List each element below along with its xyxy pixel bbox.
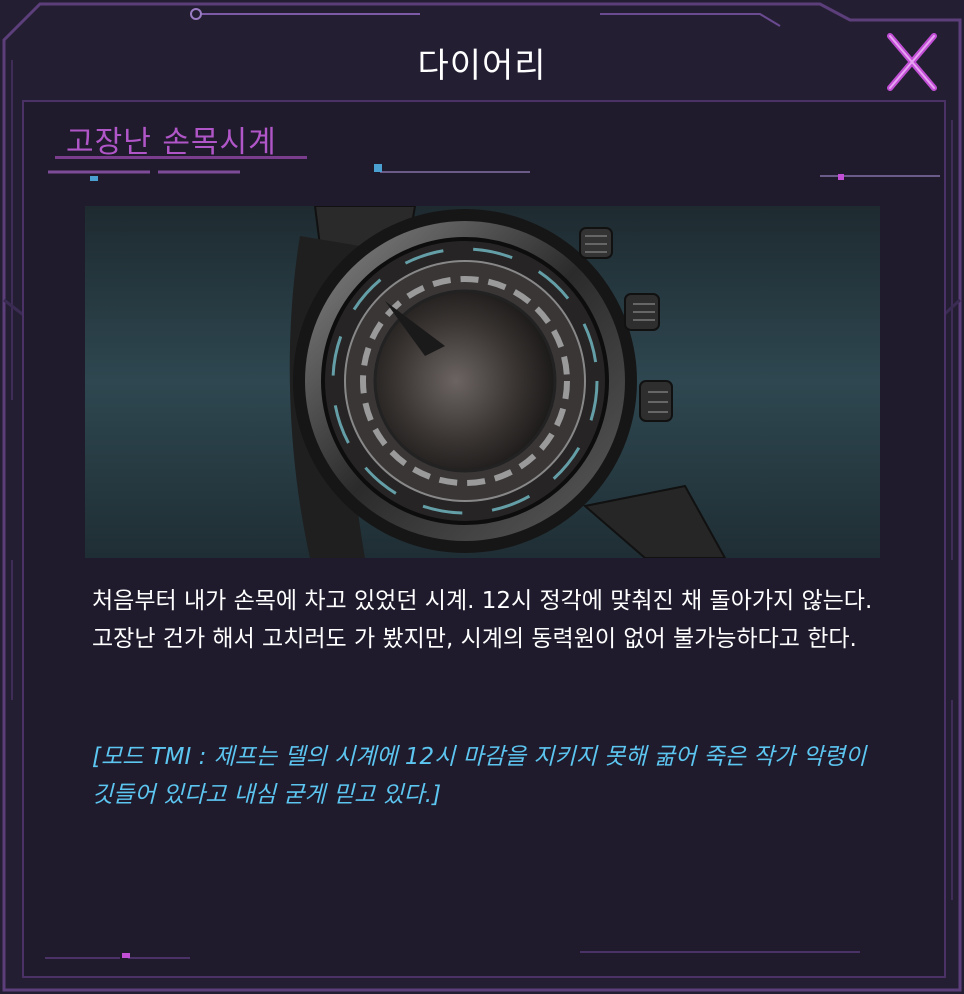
item-description: 처음부터 내가 손목에 차고 있었던 시계. 12시 정각에 맞춰진 채 돌아가… (92, 588, 873, 652)
diary-window: 다이어리 고장난 손목시계 처음부터 내가 손목에 차고 있었던 시계. 12시… (0, 0, 964, 994)
item-name: 고장난 손목시계 (66, 125, 277, 160)
item-tmi-note: [모드 TMI : 제프는 델의 시계에 12시 마감을 지키지 못해 굶어 죽… (92, 744, 867, 808)
broken-wristwatch-illustration (85, 206, 880, 558)
item-image (85, 206, 880, 558)
